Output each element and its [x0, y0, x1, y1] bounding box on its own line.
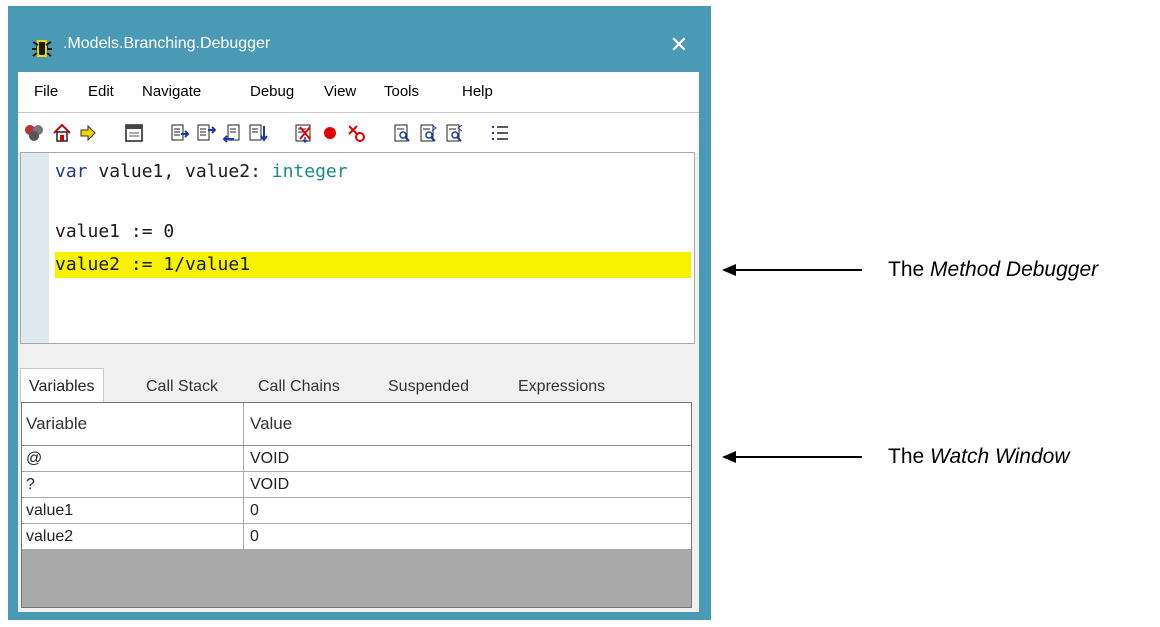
- type-keyword: integer: [271, 161, 348, 182]
- breakpoints-icon[interactable]: [24, 123, 44, 143]
- table-row[interactable]: ? VOID: [22, 472, 691, 498]
- method-debugger-editor[interactable]: var value1, value2: integer value1 := 0 …: [20, 152, 695, 344]
- step-into-icon[interactable]: [170, 123, 190, 143]
- menu-file[interactable]: File: [34, 83, 58, 100]
- code-line-current: value2 := 1/value1: [55, 252, 691, 278]
- variable-cell: value1: [22, 498, 244, 523]
- code-line-1: var value1, value2: integer: [55, 159, 348, 185]
- close-icon[interactable]: ✕: [664, 30, 694, 60]
- table-row[interactable]: value1 0: [22, 498, 691, 524]
- tab-expressions[interactable]: Expressions: [510, 372, 613, 402]
- home-icon[interactable]: [52, 123, 72, 143]
- breakpoint-icon[interactable]: [320, 123, 340, 143]
- step-over-icon[interactable]: [196, 123, 216, 143]
- variable-cell: @: [22, 446, 244, 471]
- editor-gutter[interactable]: [21, 153, 49, 343]
- code-text: value1, value2:: [87, 161, 272, 182]
- watch-tabs: Variables Call Stack Call Chains Suspend…: [18, 368, 699, 403]
- watch-table: Variable Value @ VOID ? VOID value1 0 va…: [22, 403, 691, 550]
- tab-call-stack[interactable]: Call Stack: [138, 372, 226, 402]
- menu-bar: File Edit Navigate Debug View Tools Help: [18, 72, 699, 113]
- window-title: .Models.Branching.Debugger: [63, 35, 271, 52]
- annotation-arrow-watch: [734, 456, 862, 458]
- column-header-value[interactable]: Value: [244, 403, 691, 445]
- find-next-icon[interactable]: [418, 123, 438, 143]
- annotation-method-debugger: The Method Debugger: [888, 258, 1099, 281]
- menu-tools[interactable]: Tools: [384, 83, 419, 100]
- step-out-icon[interactable]: [222, 123, 242, 143]
- find-icon[interactable]: [392, 123, 412, 143]
- column-header-variable[interactable]: Variable: [22, 403, 244, 445]
- list-icon[interactable]: [490, 123, 510, 143]
- variable-cell: ?: [22, 472, 244, 497]
- value-cell: 0: [250, 527, 259, 545]
- bug-icon: [30, 34, 54, 58]
- value-cell: 0: [250, 501, 259, 519]
- value-cell: VOID: [250, 449, 290, 467]
- menu-edit[interactable]: Edit: [88, 83, 114, 100]
- value-cell: VOID: [250, 475, 290, 493]
- splitter[interactable]: [18, 346, 699, 360]
- table-header: Variable Value: [22, 403, 691, 446]
- toolbar: [18, 113, 699, 153]
- menu-navigate[interactable]: Navigate: [142, 83, 201, 100]
- annotation-arrow-method: [734, 269, 862, 271]
- debugger-window: .Models.Branching.Debugger ✕ File Edit N…: [8, 6, 711, 620]
- tab-call-chains[interactable]: Call Chains: [250, 372, 348, 402]
- client-area: File Edit Navigate Debug View Tools Help: [18, 72, 699, 612]
- find-previous-icon[interactable]: [444, 123, 464, 143]
- clear-breakpoints-icon[interactable]: [294, 123, 314, 143]
- arrow-right-icon[interactable]: [78, 123, 98, 143]
- watch-window: Variable Value @ VOID ? VOID value1 0 va…: [21, 402, 692, 608]
- window-icon[interactable]: [124, 123, 144, 143]
- code-line-3: value1 := 0: [55, 221, 175, 242]
- tab-suspended[interactable]: Suspended: [380, 372, 477, 402]
- table-row[interactable]: @ VOID: [22, 446, 691, 472]
- title-bar[interactable]: .Models.Branching.Debugger ✕: [8, 6, 711, 76]
- keyword: var: [55, 161, 88, 182]
- menu-view[interactable]: View: [324, 83, 356, 100]
- menu-help[interactable]: Help: [462, 83, 493, 100]
- tab-variables[interactable]: Variables: [20, 368, 104, 403]
- delete-breakpoint-icon[interactable]: [346, 123, 366, 143]
- annotation-watch-window: The Watch Window: [888, 445, 1070, 468]
- run-to-cursor-icon[interactable]: [248, 123, 268, 143]
- table-row[interactable]: value2 0: [22, 524, 691, 550]
- variable-cell: value2: [22, 524, 244, 549]
- menu-debug[interactable]: Debug: [250, 83, 294, 100]
